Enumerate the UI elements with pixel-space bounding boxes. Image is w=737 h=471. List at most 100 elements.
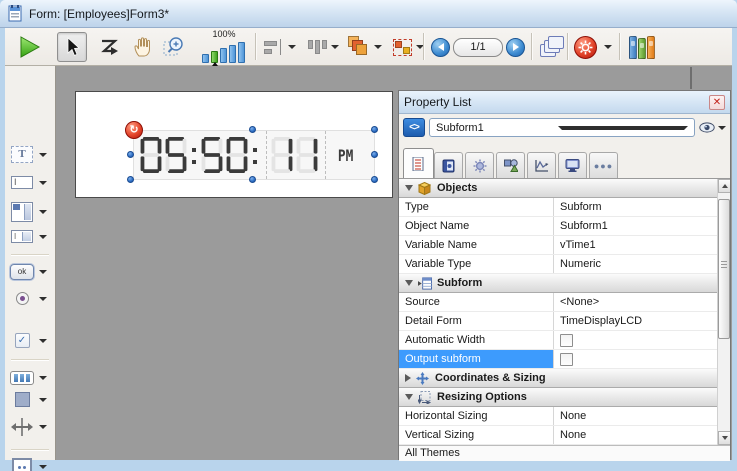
property-value[interactable]: vTime1 xyxy=(553,236,717,254)
close-icon[interactable]: ✕ xyxy=(709,95,725,110)
expand-icon[interactable] xyxy=(405,374,411,382)
align-menu-button[interactable] xyxy=(263,32,297,62)
distribute-icon xyxy=(307,38,327,56)
combo-box-tool[interactable]: I xyxy=(5,230,56,243)
property-value[interactable]: Subform xyxy=(553,198,717,216)
property-row[interactable]: Detail FormTimeDisplayLCD xyxy=(399,312,717,331)
property-grid-scrollbar[interactable] xyxy=(717,179,730,445)
collapse-icon[interactable] xyxy=(405,394,413,400)
property-row[interactable]: Object NameSubform1 xyxy=(399,217,717,236)
property-row[interactable]: Variable NamevTime1 xyxy=(399,236,717,255)
object-selector-dropdown[interactable]: Subform1 xyxy=(429,118,695,137)
check-box-tool[interactable]: ✓ xyxy=(5,333,56,348)
selection-handle-bottom-right[interactable] xyxy=(371,176,378,183)
selection-handle-top-right[interactable] xyxy=(371,126,378,133)
radio-button-tool[interactable] xyxy=(5,292,56,305)
plugin-area-tool[interactable] xyxy=(5,458,56,471)
zoom-bars-icon[interactable] xyxy=(199,41,249,63)
section-label: Coordinates & Sizing xyxy=(435,372,546,384)
property-row[interactable]: Source<None> xyxy=(399,293,717,312)
next-page-button[interactable] xyxy=(506,32,525,62)
collapse-icon[interactable] xyxy=(405,280,413,286)
property-checkbox-cell[interactable] xyxy=(553,331,717,349)
splitter-tool[interactable] xyxy=(5,418,56,436)
scroll-down-icon[interactable] xyxy=(718,431,730,445)
visibility-menu-button[interactable] xyxy=(699,122,726,133)
property-list-titlebar[interactable]: Property List ✕ xyxy=(399,91,730,114)
display-menu-button[interactable] xyxy=(573,32,598,62)
execute-form-button[interactable] xyxy=(15,32,43,62)
lcd-separator xyxy=(266,131,267,179)
property-value[interactable]: None xyxy=(553,426,717,444)
property-label: Automatic Width xyxy=(399,331,553,349)
zoom-tool-button[interactable] xyxy=(161,32,189,62)
section-header[interactable]: Subform xyxy=(399,274,717,293)
property-label: Variable Name xyxy=(399,236,553,254)
lcd-digit xyxy=(296,137,318,173)
tab-properties[interactable] xyxy=(403,148,434,178)
group-icon xyxy=(393,39,412,56)
selection-handle-bottom[interactable] xyxy=(249,176,256,183)
selection-tool-button[interactable] xyxy=(57,32,87,62)
selection-handle-top[interactable] xyxy=(249,126,256,133)
subform-badge-icon[interactable]: ↻ xyxy=(125,121,143,139)
previous-page-button[interactable] xyxy=(431,32,450,62)
property-value[interactable]: None xyxy=(553,407,717,425)
pages-icon xyxy=(540,35,566,59)
window-titlebar[interactable]: Form: [Employees]Form3* xyxy=(0,0,737,28)
property-row[interactable]: Output subform xyxy=(399,350,717,369)
selection-handle-right[interactable] xyxy=(371,151,378,158)
splitter-tool-icon xyxy=(11,418,33,436)
selection-handle-left[interactable] xyxy=(127,151,134,158)
property-checkbox-cell[interactable] xyxy=(553,350,717,368)
tab-events[interactable] xyxy=(527,152,556,178)
tab-data[interactable] xyxy=(434,152,463,178)
collapse-icon[interactable] xyxy=(405,185,413,191)
input-tool-icon: I xyxy=(11,176,33,189)
cube-icon xyxy=(418,182,432,195)
section-label: Subform xyxy=(437,277,482,289)
button-grid-tool[interactable] xyxy=(5,371,56,385)
object-code-icon[interactable]: <> xyxy=(403,118,425,137)
property-list-title: Property List xyxy=(404,95,709,109)
tab-more[interactable]: ●●● xyxy=(589,152,618,178)
property-row[interactable]: Variable TypeNumeric xyxy=(399,255,717,274)
property-value[interactable]: TimeDisplayLCD xyxy=(553,312,717,330)
page-indicator-field[interactable]: 1/1 xyxy=(453,32,503,62)
property-row[interactable]: TypeSubform xyxy=(399,198,717,217)
zoom-level-control[interactable]: 100% xyxy=(199,30,249,64)
subform-object-lcd-display[interactable]: PM xyxy=(133,130,375,180)
display-menu-arrow[interactable] xyxy=(601,32,615,62)
static-text-tool[interactable]: T xyxy=(5,146,56,163)
selection-handle-bottom-left[interactable] xyxy=(127,176,134,183)
distribute-menu-button[interactable] xyxy=(305,32,341,62)
section-header[interactable]: Resizing Options xyxy=(399,388,717,407)
property-row[interactable]: Automatic Width xyxy=(399,331,717,350)
entry-order-tool-button[interactable] xyxy=(97,32,123,62)
property-value[interactable]: Subform1 xyxy=(553,217,717,235)
rectangle-tool[interactable] xyxy=(5,392,56,407)
section-header[interactable]: Objects xyxy=(399,179,717,198)
object-selector-row: <> Subform1 xyxy=(399,114,730,141)
button-tool[interactable]: ok xyxy=(5,264,56,280)
property-row[interactable]: Horizontal SizingNone xyxy=(399,407,717,426)
tab-display[interactable] xyxy=(558,152,587,178)
tab-shapes[interactable] xyxy=(496,152,525,178)
checkbox-icon[interactable] xyxy=(560,353,573,366)
tab-settings[interactable] xyxy=(465,152,494,178)
form-pages-button[interactable] xyxy=(539,32,567,62)
section-header[interactable]: Coordinates & Sizing xyxy=(399,369,717,388)
lcd-digit xyxy=(140,137,162,173)
level-menu-button[interactable] xyxy=(347,32,383,62)
property-value[interactable]: <None> xyxy=(553,293,717,311)
checkbox-icon[interactable] xyxy=(560,334,573,347)
move-tool-button[interactable] xyxy=(129,32,157,62)
list-box-tool[interactable] xyxy=(5,202,56,222)
input-field-tool[interactable]: I xyxy=(5,176,56,189)
scroll-up-icon[interactable] xyxy=(718,179,730,193)
group-menu-button[interactable] xyxy=(391,32,425,62)
property-row[interactable]: Vertical SizingNone xyxy=(399,426,717,445)
property-value[interactable]: Numeric xyxy=(553,255,717,273)
explorer-button[interactable] xyxy=(627,32,657,62)
scrollbar-thumb[interactable] xyxy=(718,199,730,339)
